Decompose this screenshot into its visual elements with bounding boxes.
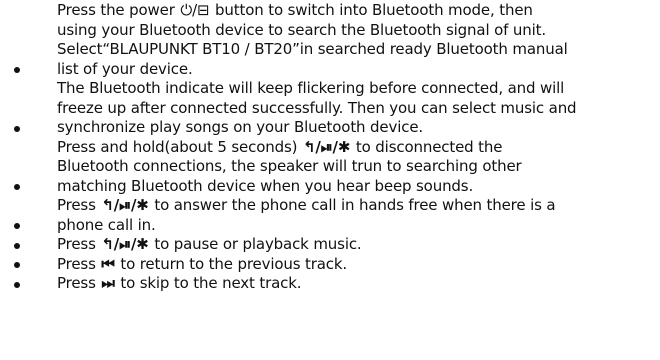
- bullet-dot: [14, 281, 20, 288]
- list-item-answer-call: Press ↰/⏯/✱ to answer the phone call in …: [0, 196, 644, 235]
- list-item-next-track: Press ⏭ to skip to the next track.: [0, 274, 644, 294]
- bullet-dot: [14, 184, 20, 190]
- play-pause-bluetooth-icon: ↰/⏯/✱: [101, 196, 149, 214]
- bullet-dot: [14, 223, 20, 229]
- previous-track-icon: ⏮: [101, 254, 115, 273]
- bullet-dot: [14, 67, 20, 73]
- bullet-dot: [14, 125, 20, 132]
- power-mode-icon: ⏻/⊟: [180, 1, 210, 19]
- instruction-list: Press the power ⏻/⊟ button to switch int…: [0, 1, 644, 294]
- bullet-dot: [14, 262, 20, 268]
- list-item-previous-track: Press ⏮ to return to the previous track.: [0, 255, 644, 275]
- play-pause-bluetooth-icon: ↰/⏯/✱: [302, 137, 351, 156]
- list-item-bluetooth-mode: Press the power ⏻/⊟ button to switch int…: [0, 1, 644, 79]
- bullet-dot: [14, 242, 20, 249]
- play-pause-bluetooth-icon: ↰/⏯/✱: [101, 235, 149, 253]
- next-track-icon: ⏭: [101, 274, 115, 292]
- list-item-indicator: The Bluetooth indicate will keep flicker…: [0, 79, 644, 138]
- manual-page: Press the power ⏻/⊟ button to switch int…: [0, 0, 660, 360]
- list-item-pause-play: Press ↰/⏯/✱ to pause or playback music.: [0, 235, 644, 255]
- list-item-disconnect: Press and hold(about 5 seconds) ↰/⏯/✱ to…: [0, 138, 644, 197]
